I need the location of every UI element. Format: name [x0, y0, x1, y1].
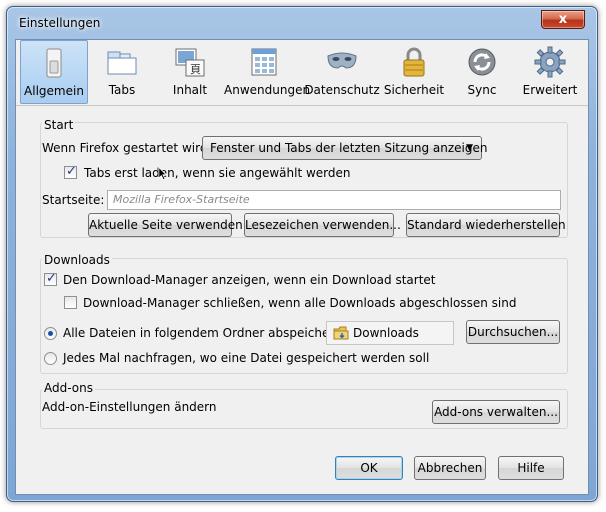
folder-icon — [333, 326, 349, 340]
content-icon: 頁 — [175, 48, 205, 77]
mouse-pointer-icon — [158, 166, 168, 181]
lock-icon — [403, 47, 425, 77]
tab-content[interactable]: 頁 Inhalt — [156, 40, 224, 104]
tab-tabs[interactable]: Tabs — [88, 40, 156, 104]
always-ask-label: Jedes Mal nachfragen, wo eine Datei gesp… — [63, 351, 430, 365]
tab-advanced-label: Erweitert — [522, 83, 578, 97]
tab-security-label: Sicherheit — [383, 83, 445, 97]
cancel-button[interactable]: Abbrechen — [414, 456, 486, 480]
checkmark-icon: ✓ — [66, 164, 77, 179]
radio-selected-dot — [48, 331, 53, 336]
tab-sync-label: Sync — [467, 83, 497, 97]
show-download-manager-checkbox[interactable]: ✓ — [44, 271, 57, 286]
manage-addons-button[interactable]: Add-ons verwalten... — [432, 400, 560, 424]
tabs-icon — [107, 51, 137, 75]
mask-icon — [327, 52, 357, 69]
preferences-window: Einstellungen x Allgemein Tabs 頁 Inhalt … — [6, 6, 598, 502]
always-ask-radio[interactable] — [44, 352, 57, 365]
show-download-manager-label: Den Download-Manager anzeigen, wenn ein … — [63, 273, 436, 287]
svg-text:頁: 頁 — [190, 63, 201, 76]
tab-security[interactable]: Sicherheit — [380, 40, 448, 104]
close-button[interactable]: x — [541, 10, 585, 29]
startup-select[interactable]: Fenster und Tabs der letzten Sitzung anz… — [202, 136, 488, 160]
tab-general-label: Allgemein — [24, 84, 84, 98]
chevron-down-icon: ▼ — [466, 143, 473, 153]
applications-icon — [251, 48, 277, 76]
downloads-group-title: Downloads — [42, 253, 112, 267]
homepage-placeholder: Mozilla Firefox-Startseite — [113, 193, 250, 206]
addons-group-title: Add-ons — [42, 381, 95, 395]
close-download-manager-checkbox[interactable] — [64, 296, 77, 309]
ok-button[interactable]: OK — [335, 456, 403, 480]
tab-privacy-label: Datenschutz — [304, 83, 380, 97]
sync-icon — [468, 48, 496, 76]
restore-default-button[interactable]: Standard wiederherstellen — [406, 213, 566, 237]
category-toolbar: Allgemein Tabs 頁 Inhalt Anwendungen Date… — [16, 40, 588, 104]
addons-settings-label: Add-on-Einstellungen ändern — [42, 400, 217, 414]
tab-sync[interactable]: Sync — [448, 40, 516, 104]
lazy-tabs-checkbox[interactable]: ✓ — [64, 164, 77, 179]
use-current-page-button[interactable]: Aktuelle Seite verwenden — [88, 213, 243, 237]
startup-label: Wenn Firefox gestartet wird: — [42, 141, 212, 155]
start-group-title: Start — [42, 118, 76, 132]
switch-icon — [46, 48, 62, 78]
download-folder-name: Downloads — [353, 326, 419, 340]
tab-advanced[interactable]: Erweitert — [516, 40, 584, 104]
browse-button[interactable]: Durchsuchen... — [466, 320, 560, 344]
homepage-label: Startseite: — [42, 193, 105, 207]
toolbar-divider — [16, 105, 588, 106]
startup-select-value: Fenster und Tabs der letzten Sitzung anz… — [210, 141, 488, 155]
window-title: Einstellungen — [19, 16, 101, 30]
save-to-folder-label: Alle Dateien in folgendem Ordner abspeic… — [63, 326, 346, 340]
gear-icon — [534, 46, 566, 78]
close-download-manager-label: Download-Manager schließen, wenn alle Do… — [83, 296, 517, 310]
tab-general[interactable]: Allgemein — [20, 40, 88, 104]
save-to-folder-radio[interactable] — [44, 327, 57, 340]
help-button[interactable]: Hilfe — [498, 456, 564, 480]
tab-tabs-label: Tabs — [108, 83, 136, 97]
tab-content-label: Inhalt — [172, 83, 208, 97]
lazy-tabs-label: Tabs erst laden, wenn sie angewählt werd… — [84, 166, 351, 180]
tab-applications[interactable]: Anwendungen — [224, 40, 311, 104]
download-folder-field[interactable]: Downloads — [326, 321, 454, 345]
tab-privacy[interactable]: Datenschutz — [304, 40, 380, 104]
checkmark-icon: ✓ — [46, 271, 57, 286]
title-bar[interactable]: Einstellungen x — [7, 7, 597, 37]
use-bookmark-button[interactable]: Lesezeichen verwenden... — [244, 213, 401, 237]
homepage-input[interactable]: Mozilla Firefox-Startseite — [107, 190, 561, 210]
dialog-client-area: Allgemein Tabs 頁 Inhalt Anwendungen Date… — [15, 39, 589, 495]
tab-applications-label: Anwendungen — [224, 83, 311, 97]
